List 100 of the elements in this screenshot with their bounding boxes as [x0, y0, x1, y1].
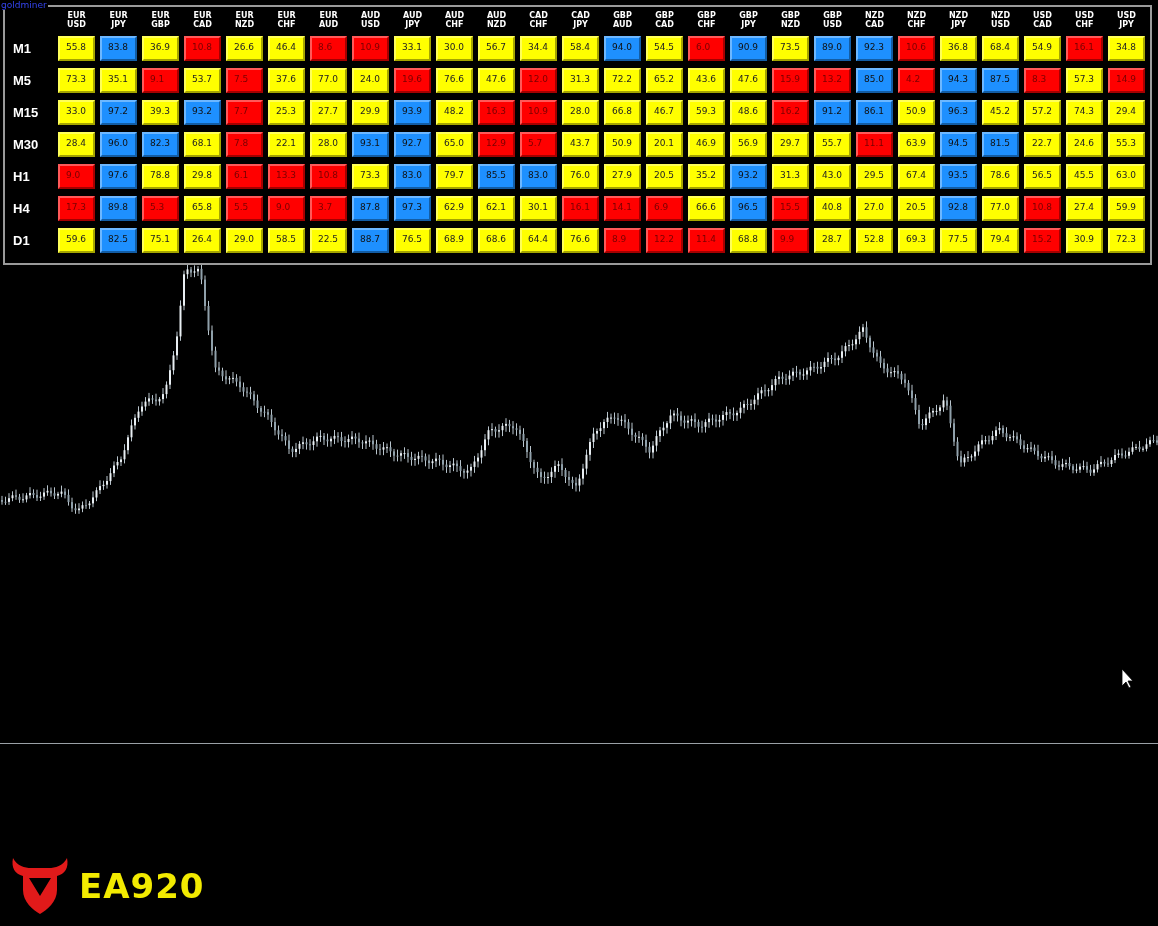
- value-cell: 85.0: [856, 68, 893, 93]
- timeframe-label: D1: [12, 233, 31, 248]
- value-cell: 65.0: [436, 132, 473, 157]
- value-cell: 64.4: [520, 228, 557, 253]
- pair-header: AUD USD: [359, 11, 382, 29]
- value-cell: 97.3: [394, 196, 431, 221]
- value-cell: 33.1: [394, 36, 431, 61]
- value-cell: 92.3: [856, 36, 893, 61]
- value-cell: 22.1: [268, 132, 305, 157]
- value-cell: 62.1: [478, 196, 515, 221]
- value-cell: 57.2: [1024, 100, 1061, 125]
- pair-header: USD CAD: [1032, 11, 1053, 29]
- value-cell: 35.2: [688, 164, 725, 189]
- value-cell: 83.8: [100, 36, 137, 61]
- pair-header: EUR USD: [66, 11, 87, 29]
- value-cell: 28.4: [58, 132, 95, 157]
- value-cell: 77.5: [940, 228, 977, 253]
- timeframe-label: M5: [12, 73, 33, 88]
- value-cell: 56.5: [1024, 164, 1061, 189]
- value-cell: 73.5: [772, 36, 809, 61]
- cursor-icon: [1121, 668, 1134, 689]
- value-cell: 5.7: [520, 132, 557, 157]
- value-cell: 28.7: [814, 228, 851, 253]
- value-cell: 63.0: [1108, 164, 1145, 189]
- value-cell: 5.5: [226, 196, 263, 221]
- value-cell: 62.9: [436, 196, 473, 221]
- value-cell: 35.1: [100, 68, 137, 93]
- value-cell: 97.2: [100, 100, 137, 125]
- value-cell: 59.3: [688, 100, 725, 125]
- value-cell: 29.8: [184, 164, 221, 189]
- value-cell: 46.9: [688, 132, 725, 157]
- value-cell: 48.6: [730, 100, 767, 125]
- value-cell: 29.9: [352, 100, 389, 125]
- pair-header: EUR CHF: [276, 11, 297, 29]
- value-cell: 66.6: [688, 196, 725, 221]
- value-cell: 55.7: [814, 132, 851, 157]
- value-cell: 76.0: [562, 164, 599, 189]
- value-cell: 26.4: [184, 228, 221, 253]
- value-cell: 50.9: [604, 132, 641, 157]
- value-cell: 93.2: [184, 100, 221, 125]
- value-cell: 27.9: [604, 164, 641, 189]
- value-cell: 10.6: [898, 36, 935, 61]
- pair-header: EUR NZD: [233, 11, 256, 29]
- value-cell: 73.3: [352, 164, 389, 189]
- value-cell: 79.7: [436, 164, 473, 189]
- value-cell: 92.7: [394, 132, 431, 157]
- pair-header: GBP JPY: [738, 11, 759, 29]
- value-cell: 55.8: [58, 36, 95, 61]
- pair-header: AUD JPY: [401, 11, 424, 29]
- value-cell: 9.0: [268, 196, 305, 221]
- value-cell: 58.4: [562, 36, 599, 61]
- value-cell: 43.7: [562, 132, 599, 157]
- value-cell: 59.9: [1108, 196, 1145, 221]
- value-cell: 82.3: [142, 132, 179, 157]
- pair-header: CAD JPY: [570, 11, 591, 29]
- value-cell: 22.7: [1024, 132, 1061, 157]
- value-cell: 20.5: [898, 196, 935, 221]
- timeframe-label: H1: [12, 169, 31, 184]
- value-cell: 27.4: [1066, 196, 1103, 221]
- value-cell: 87.5: [982, 68, 1019, 93]
- pair-header: EUR CAD: [192, 11, 213, 29]
- value-cell: 12.2: [646, 228, 683, 253]
- value-cell: 8.6: [310, 36, 347, 61]
- value-cell: 26.6: [226, 36, 263, 61]
- value-cell: 36.8: [940, 36, 977, 61]
- value-cell: 15.2: [1024, 228, 1061, 253]
- value-cell: 16.1: [1066, 36, 1103, 61]
- value-cell: 76.5: [394, 228, 431, 253]
- value-cell: 3.7: [310, 196, 347, 221]
- value-cell: 55.3: [1108, 132, 1145, 157]
- value-cell: 93.9: [394, 100, 431, 125]
- value-cell: 66.8: [604, 100, 641, 125]
- value-cell: 45.5: [1066, 164, 1103, 189]
- value-cell: 43.0: [814, 164, 851, 189]
- value-cell: 65.2: [646, 68, 683, 93]
- pair-header: CAD CHF: [528, 11, 549, 29]
- value-cell: 46.7: [646, 100, 683, 125]
- value-cell: 16.1: [562, 196, 599, 221]
- value-cell: 68.6: [478, 228, 515, 253]
- value-cell: 94.0: [604, 36, 641, 61]
- value-cell: 10.9: [520, 100, 557, 125]
- pair-header: GBP USD: [822, 11, 843, 29]
- timeframe-label: H4: [12, 201, 31, 216]
- logo-text: EA920: [79, 866, 205, 906]
- value-cell: 83.0: [394, 164, 431, 189]
- value-cell: 12.9: [478, 132, 515, 157]
- value-cell: 57.3: [1066, 68, 1103, 93]
- value-cell: 5.3: [142, 196, 179, 221]
- pair-header: GBP CHF: [696, 11, 717, 29]
- value-cell: 12.0: [520, 68, 557, 93]
- value-cell: 83.0: [520, 164, 557, 189]
- value-cell: 47.6: [478, 68, 515, 93]
- value-cell: 10.8: [1024, 196, 1061, 221]
- value-cell: 59.6: [58, 228, 95, 253]
- pair-header: NZD USD: [989, 11, 1012, 29]
- value-cell: 89.8: [100, 196, 137, 221]
- value-cell: 6.1: [226, 164, 263, 189]
- value-cell: 69.3: [898, 228, 935, 253]
- pair-header: AUD CHF: [443, 11, 466, 29]
- value-cell: 87.8: [352, 196, 389, 221]
